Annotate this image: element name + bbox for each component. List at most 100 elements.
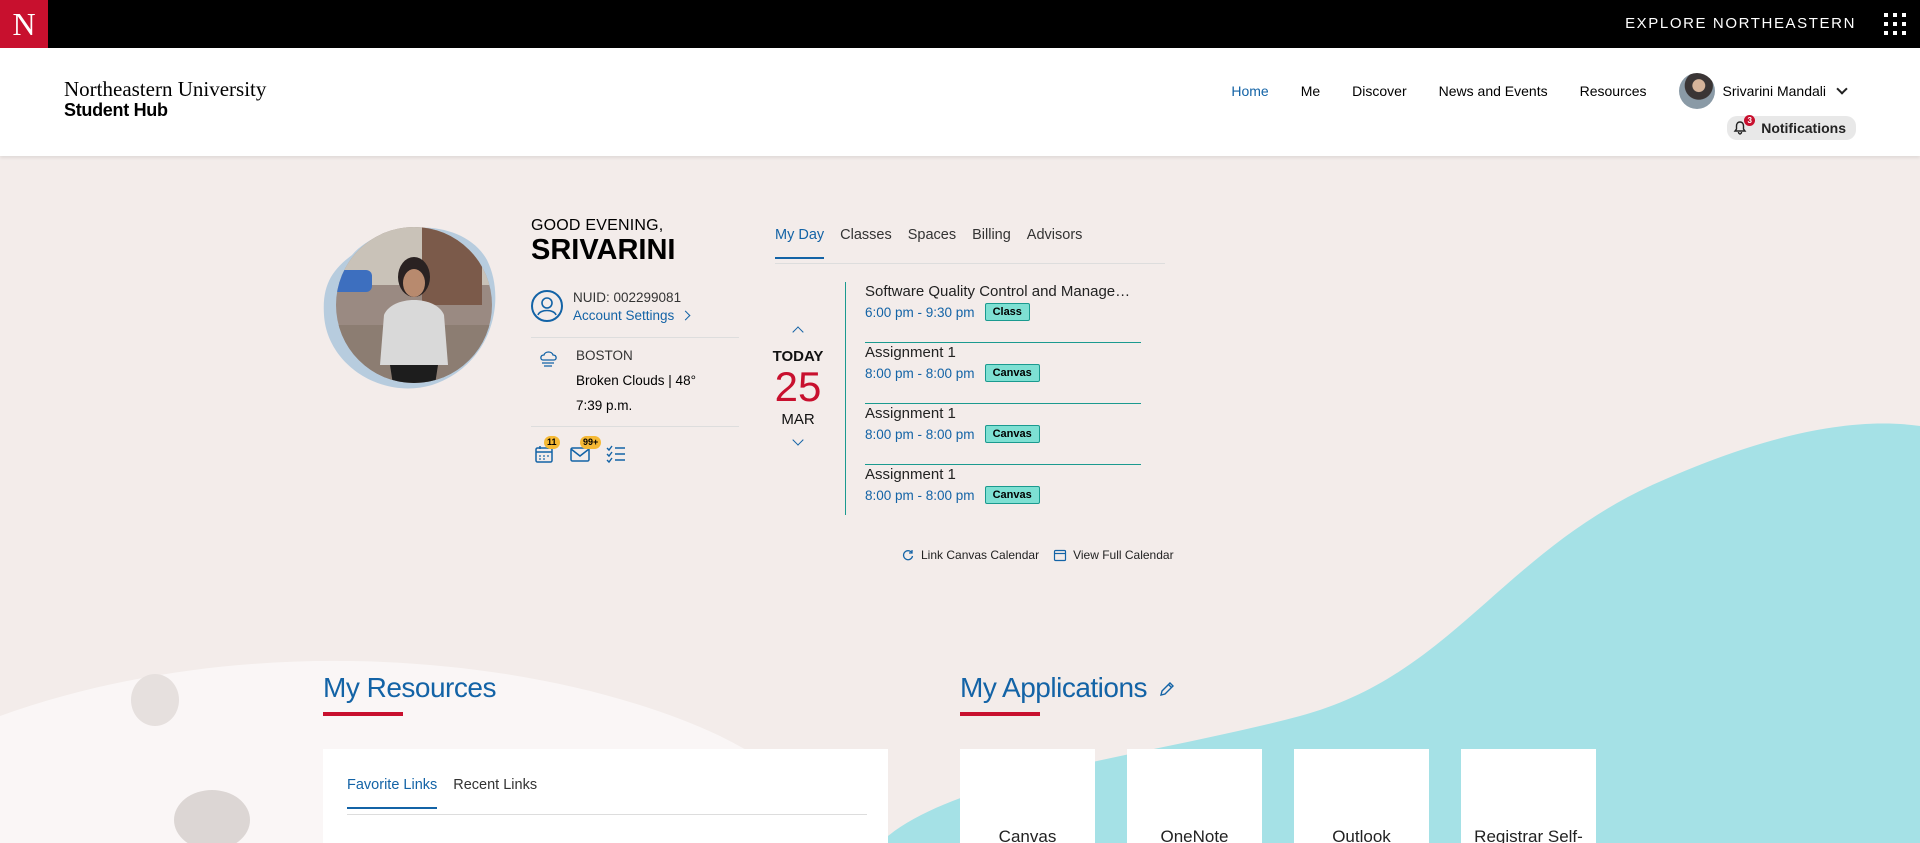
- link-canvas-calendar-button[interactable]: Link Canvas Calendar: [901, 548, 1039, 562]
- notifications-count-badge: 3: [1744, 115, 1756, 126]
- greeting-block: GOOD EVENING, SRIVARINI: [531, 217, 675, 265]
- event-tag: Canvas: [984, 364, 1040, 382]
- mail-count-badge: 99+: [580, 436, 602, 449]
- account-settings-label: Account Settings: [573, 308, 675, 323]
- app-label: OneNote: [1160, 827, 1229, 843]
- section-underline: [323, 712, 403, 716]
- app-label: Outlook: [1332, 827, 1391, 843]
- divider: [531, 426, 739, 427]
- person-icon: [531, 290, 563, 322]
- chevron-down-icon: [1836, 83, 1848, 95]
- chevron-right-icon: [680, 310, 691, 321]
- nuid-text: NUID: 002299081: [573, 290, 682, 305]
- section-underline: [960, 712, 1040, 716]
- month-label: MAR: [781, 411, 815, 428]
- event-time: 8:00 pm - 8:00 pm: [865, 365, 975, 381]
- view-full-calendar-button[interactable]: View Full Calendar: [1053, 548, 1174, 562]
- resources-card: Favorite Links Recent Links: [323, 749, 888, 843]
- weather-city: BOSTON: [576, 348, 633, 363]
- event-time: 6:00 pm - 9:30 pm: [865, 304, 975, 320]
- tab-classes[interactable]: Classes: [840, 227, 892, 259]
- view-full-calendar-label: View Full Calendar: [1073, 548, 1174, 562]
- my-resources-title: My Resources: [323, 672, 496, 703]
- apps-grid-icon[interactable]: [1884, 13, 1906, 35]
- profile-photo: [323, 227, 496, 389]
- user-name: Srivarini Mandali: [1722, 83, 1826, 99]
- pencil-icon[interactable]: [1158, 680, 1176, 698]
- app-label: Canvas: [998, 827, 1057, 843]
- quick-actions: 11 99+: [533, 436, 641, 465]
- nav-news-and-events[interactable]: News and Events: [1439, 83, 1548, 99]
- event-item[interactable]: Assignment 1 8:00 pm - 8:00 pm Canvas: [865, 465, 1141, 526]
- resources-tabs: Favorite Links Recent Links: [347, 777, 553, 809]
- checklist-icon[interactable]: [605, 443, 627, 465]
- event-time: 8:00 pm - 8:00 pm: [865, 426, 975, 442]
- tab-favorite-links[interactable]: Favorite Links: [347, 777, 438, 809]
- event-tag: Canvas: [984, 486, 1040, 504]
- nav-resources[interactable]: Resources: [1580, 83, 1647, 99]
- cloud-icon: [540, 351, 557, 367]
- northeastern-logo[interactable]: N: [0, 0, 48, 48]
- calendar-links: Link Canvas Calendar View Full Calendar: [901, 548, 1188, 562]
- account-settings-link[interactable]: Account Settings: [573, 308, 691, 323]
- nav-discover[interactable]: Discover: [1352, 83, 1406, 99]
- global-topbar: N EXPLORE NORTHEASTERN: [0, 0, 1920, 48]
- tab-advisors[interactable]: Advisors: [1027, 227, 1083, 259]
- divider: [531, 337, 739, 338]
- user-menu[interactable]: Srivarini Mandali: [1678, 73, 1848, 109]
- event-title: Software Quality Control and Management: [865, 283, 1141, 300]
- event-title: Assignment 1: [865, 344, 956, 361]
- app-tile-outlook[interactable]: Outlook: [1294, 749, 1429, 843]
- nuid-row: NUID: 002299081 Account Settings: [531, 290, 691, 325]
- student-name: SRIVARINI: [531, 234, 676, 266]
- nav-me[interactable]: Me: [1301, 83, 1320, 99]
- app-tile-onenote[interactable]: OneNote: [1127, 749, 1262, 843]
- event-item[interactable]: Assignment 1 8:00 pm - 8:00 pm Canvas: [865, 404, 1141, 465]
- tab-billing[interactable]: Billing: [972, 227, 1011, 259]
- date-selector: TODAY 25 MAR: [768, 326, 828, 446]
- calendar-small-icon: [1053, 549, 1067, 562]
- event-item[interactable]: Software Quality Control and Management …: [865, 282, 1141, 343]
- local-time: 7:39 p.m.: [576, 398, 633, 413]
- tab-my-day[interactable]: My Day: [775, 227, 825, 259]
- day-number: 25: [774, 363, 822, 410]
- notifications-button[interactable]: 3 Notifications: [1727, 115, 1856, 140]
- event-title: Assignment 1: [865, 405, 956, 422]
- tab-recent-links[interactable]: Recent Links: [453, 777, 537, 809]
- tabs-divider: [775, 263, 1165, 264]
- tabs-divider: [347, 814, 867, 815]
- student-hub-logo[interactable]: Northeastern University Student Hub: [64, 78, 266, 120]
- bell-icon: 3: [1733, 115, 1756, 135]
- chevron-up-icon[interactable]: [792, 326, 804, 338]
- calendar-icon[interactable]: 11: [533, 436, 560, 465]
- app-label: Registrar Self-: [1474, 827, 1583, 843]
- sync-icon: [902, 550, 914, 561]
- event-time: 8:00 pm - 8:00 pm: [865, 487, 975, 503]
- explore-northeastern-link[interactable]: EXPLORE NORTHEASTERN: [1625, 15, 1856, 32]
- my-applications-title: My Applications: [960, 672, 1148, 703]
- event-tag: Class: [984, 303, 1030, 321]
- event-tag: Canvas: [984, 425, 1040, 443]
- event-item[interactable]: Assignment 1 8:00 pm - 8:00 pm Canvas: [865, 343, 1141, 404]
- schedule-line: [845, 282, 846, 515]
- mail-icon[interactable]: 99+: [569, 436, 602, 465]
- weather-conditions: Broken Clouds | 48°: [576, 373, 696, 388]
- brand-student-hub: Student Hub: [64, 100, 168, 120]
- app-tile-registrar[interactable]: Registrar Self-: [1461, 749, 1596, 843]
- nav-home[interactable]: Home: [1231, 83, 1268, 99]
- weather-widget: BOSTON Broken Clouds | 48° 7:39 p.m.: [538, 348, 696, 413]
- site-header: Northeastern University Student Hub Home…: [0, 48, 1920, 156]
- myday-tabs: My Day Classes Spaces Billing Advisors: [775, 227, 1098, 259]
- main-nav: Home Me Discover News and Events Resourc…: [1199, 73, 1848, 109]
- notifications-label: Notifications: [1761, 120, 1846, 136]
- app-tile-canvas[interactable]: Canvas: [960, 749, 1095, 843]
- event-title: Assignment 1: [865, 466, 956, 483]
- link-canvas-calendar-label: Link Canvas Calendar: [921, 548, 1040, 562]
- brand-university: Northeastern University: [64, 77, 267, 101]
- avatar: [1678, 73, 1715, 109]
- chevron-down-icon[interactable]: [792, 434, 804, 446]
- greeting-text: GOOD EVENING,: [531, 217, 664, 234]
- event-list: Software Quality Control and Management …: [865, 282, 1141, 526]
- calendar-count-badge: 11: [544, 436, 560, 449]
- tab-spaces[interactable]: Spaces: [908, 227, 956, 259]
